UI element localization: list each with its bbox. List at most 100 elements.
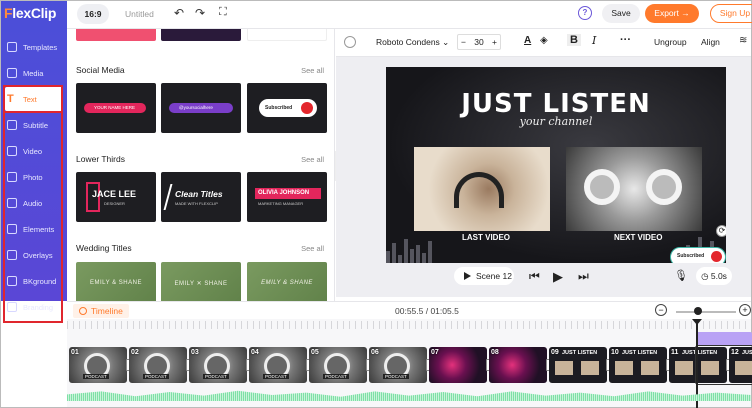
timeline-clip[interactable]: 03 PODCAST — [189, 347, 247, 383]
flexclip-logo[interactable]: FlexClip — [4, 5, 56, 21]
lower-third-name: Clean Titles — [175, 189, 223, 199]
social-template-2[interactable]: @yoursocialhere — [161, 83, 241, 133]
font-family-select[interactable]: Roboto Condens ⌄ — [376, 37, 449, 48]
italic-icon[interactable]: I — [592, 34, 596, 47]
clip-number: 10 — [611, 349, 619, 356]
text-color-icon[interactable]: A — [524, 35, 531, 46]
bold-icon[interactable]: B — [567, 34, 581, 46]
social-pill: YOUR NAME HERE — [84, 103, 146, 113]
timeline-clip[interactable]: 09 JUST LISTEN — [549, 347, 607, 383]
signup-button[interactable]: Sign Up — [710, 4, 752, 23]
last-video-photo[interactable] — [414, 147, 550, 231]
minus-icon[interactable]: − — [461, 35, 466, 49]
template-thumb[interactable] — [247, 29, 327, 41]
wedding-title: EMILY & SHANE — [90, 280, 142, 286]
see-all-link[interactable]: See all — [301, 244, 324, 253]
see-all-link[interactable]: See all — [301, 66, 324, 75]
clip-label: PODCAST — [323, 374, 349, 379]
highlight-icon[interactable]: ◈ — [540, 35, 548, 46]
zoom-in-icon[interactable]: + — [739, 304, 751, 316]
timeline-clip[interactable]: 08 — [489, 347, 547, 383]
timeline-clip[interactable]: 01 PODCAST — [69, 347, 127, 383]
timeline-clip[interactable]: 05 PODCAST — [309, 347, 367, 383]
timeline-clip[interactable]: 04 PODCAST — [249, 347, 307, 383]
sidebar-item-templates[interactable]: Templates — [5, 35, 63, 59]
video-preview[interactable]: JUST LISTEN your channel LAST VIDEO NEXT… — [386, 67, 726, 263]
fullscreen-icon[interactable]: ⛶ — [219, 6, 227, 19]
video-subtitle[interactable]: your channel — [386, 115, 726, 128]
clip-photo — [581, 361, 599, 375]
zoom-slider-handle[interactable] — [694, 307, 702, 315]
redo-icon[interactable]: ↷ — [195, 6, 205, 20]
clip-number: 11 — [671, 349, 679, 356]
clip-photo — [555, 361, 573, 375]
clip-number: 02 — [131, 349, 139, 356]
timeline-ruler[interactable] — [67, 321, 751, 329]
last-video-caption[interactable]: LAST VIDEO — [462, 233, 510, 242]
template-thumb[interactable] — [161, 29, 241, 41]
audio-waveform[interactable] — [67, 390, 751, 401]
wedding-template-2[interactable]: EMILY ✕ SHANE — [161, 262, 241, 301]
font-size-stepper[interactable]: − 30 + — [457, 34, 501, 50]
social-template-1[interactable]: YOUR NAME HERE — [76, 83, 156, 133]
clip-number: 05 — [311, 349, 319, 356]
clip-number: 01 — [71, 349, 79, 356]
save-button[interactable]: Save — [602, 4, 640, 23]
section-title: Lower Thirds — [76, 154, 125, 164]
clip-label: PODCAST — [143, 374, 169, 379]
subscribed-sticker[interactable]: Subscribed — [670, 247, 726, 263]
undo-icon[interactable]: ↶ — [174, 6, 184, 20]
playhead-handle[interactable] — [692, 319, 702, 325]
play-icon — [464, 272, 471, 280]
more-icon[interactable]: ··· — [620, 34, 631, 46]
see-all-link[interactable]: See all — [301, 155, 324, 164]
timeline-clip[interactable]: 07 — [429, 347, 487, 383]
template-thumb[interactable] — [76, 29, 156, 41]
lower-third-template-3[interactable]: OLIVIA JOHNSON MARKETING MANAGER — [247, 172, 327, 222]
clip-number: 07 — [431, 349, 439, 356]
timeline-clip[interactable]: 02 PODCAST — [129, 347, 187, 383]
clip-photo — [641, 361, 659, 375]
lower-third-template-1[interactable]: JACE LEE DESIGNER — [76, 172, 156, 222]
align-button[interactable]: Align — [701, 37, 720, 47]
lower-third-template-2[interactable]: Clean Titles MADE WITH FLEXCLIP — [161, 172, 241, 222]
aspect-ratio-button[interactable]: 16:9 — [77, 4, 109, 24]
duration-button[interactable]: ◷ 5.0s — [696, 267, 732, 285]
timeline-clip[interactable]: 06 PODCAST — [369, 347, 427, 383]
previous-icon[interactable]: ⏮ — [529, 269, 540, 284]
timeline-clip[interactable]: 10 JUST LISTEN — [609, 347, 667, 383]
sidebar-item-media[interactable]: Media — [5, 61, 63, 85]
text-template-panel: Social Media See all YOUR NAME HERE @you… — [67, 29, 335, 301]
wedding-title: EMILY ✕ SHANE — [174, 281, 228, 287]
clip-label: PODCAST — [203, 374, 229, 379]
lower-third-name: JACE LEE — [92, 189, 137, 199]
overlay-track-bar[interactable] — [696, 332, 752, 346]
social-template-3[interactable]: Subscribed — [247, 83, 327, 133]
play-button[interactable]: ▶ — [553, 269, 563, 285]
clip-number: 04 — [251, 349, 259, 356]
layers-icon[interactable]: ≋ — [739, 35, 747, 46]
sidebar-item-label: Media — [23, 68, 44, 78]
color-picker-icon[interactable] — [344, 36, 356, 48]
wedding-template-3[interactable]: EMILY & SHANE — [247, 262, 327, 301]
help-icon[interactable]: ? — [578, 6, 592, 20]
next-video-caption[interactable]: NEXT VIDEO — [614, 233, 662, 242]
zoom-out-icon[interactable]: − — [655, 304, 667, 316]
chevron-down-icon: ⌄ — [442, 37, 450, 47]
next-video-photo[interactable] — [566, 147, 702, 231]
font-size-value: 30 — [474, 37, 484, 47]
bell-icon — [711, 251, 722, 262]
rotate-handle-icon[interactable]: ⟳ — [716, 225, 726, 237]
clip-label: PODCAST — [83, 374, 109, 379]
wedding-template-1[interactable]: EMILY & SHANE — [76, 262, 156, 301]
clip-photo — [615, 361, 633, 375]
project-title[interactable]: Untitled — [125, 9, 154, 19]
zoom-slider[interactable] — [676, 311, 736, 313]
export-button[interactable]: Export → — [645, 4, 699, 23]
next-icon[interactable]: ⏭ — [578, 269, 589, 284]
ungroup-button[interactable]: Ungroup — [654, 37, 687, 47]
timeline-toggle[interactable]: Timeline — [73, 304, 129, 318]
scene-selector[interactable]: Scene 12 — [454, 267, 514, 285]
microphone-icon[interactable]: 🎙 — [674, 269, 688, 282]
plus-icon[interactable]: + — [492, 35, 497, 49]
